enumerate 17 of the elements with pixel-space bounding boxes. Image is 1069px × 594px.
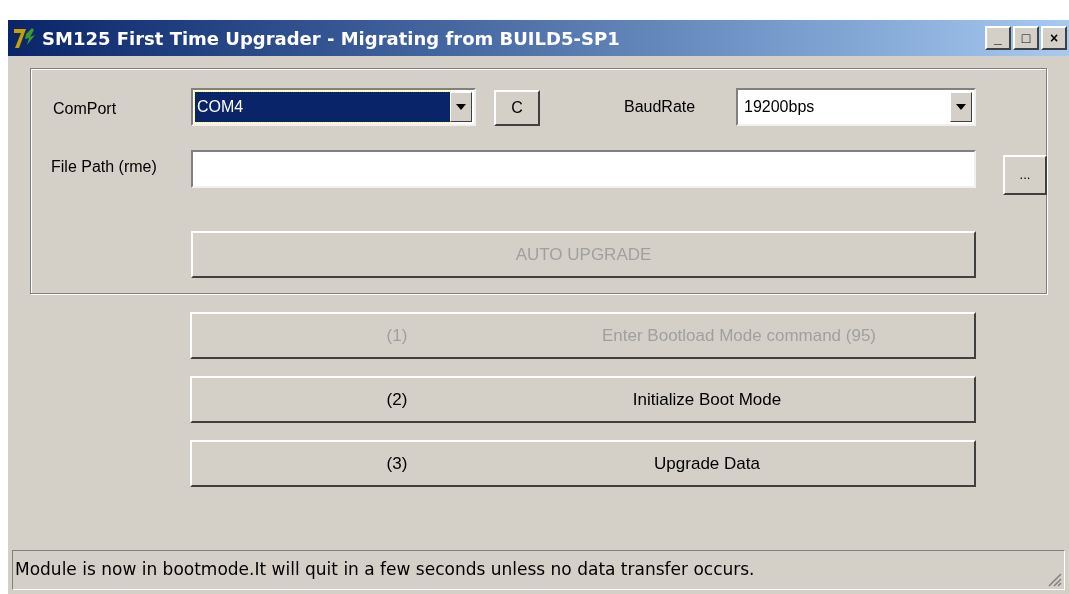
minimize-button[interactable]: _	[985, 26, 1011, 50]
browse-button[interactable]: ...	[1003, 155, 1047, 195]
baudrate-dropdown[interactable]: 19200bps	[736, 88, 976, 126]
comport-label: ComPort	[53, 99, 117, 119]
baudrate-label: BaudRate	[624, 97, 696, 117]
app-logo-icon	[12, 26, 38, 50]
status-text: Module is now in bootmode.It will quit in a few seconds unless no data transfer occurs.	[14, 558, 755, 582]
step-button[interactable]: (3) Upgrade Data	[190, 440, 976, 487]
maximize-button[interactable]: □	[1013, 26, 1039, 50]
file-path-field[interactable]	[191, 150, 976, 188]
close-button[interactable]: ×	[1041, 26, 1067, 50]
file-path-label: File Path (rme)	[51, 157, 157, 177]
c-button[interactable]: C	[494, 90, 540, 126]
step-button[interactable]: (2) Initialize Boot Mode	[190, 376, 976, 423]
resize-grip-icon[interactable]	[1046, 571, 1062, 587]
comport-dropdown[interactable]: COM4	[191, 88, 476, 126]
window-title: SM125 First Time Upgrader - Migrating from BUILD5-SP1	[42, 26, 620, 51]
